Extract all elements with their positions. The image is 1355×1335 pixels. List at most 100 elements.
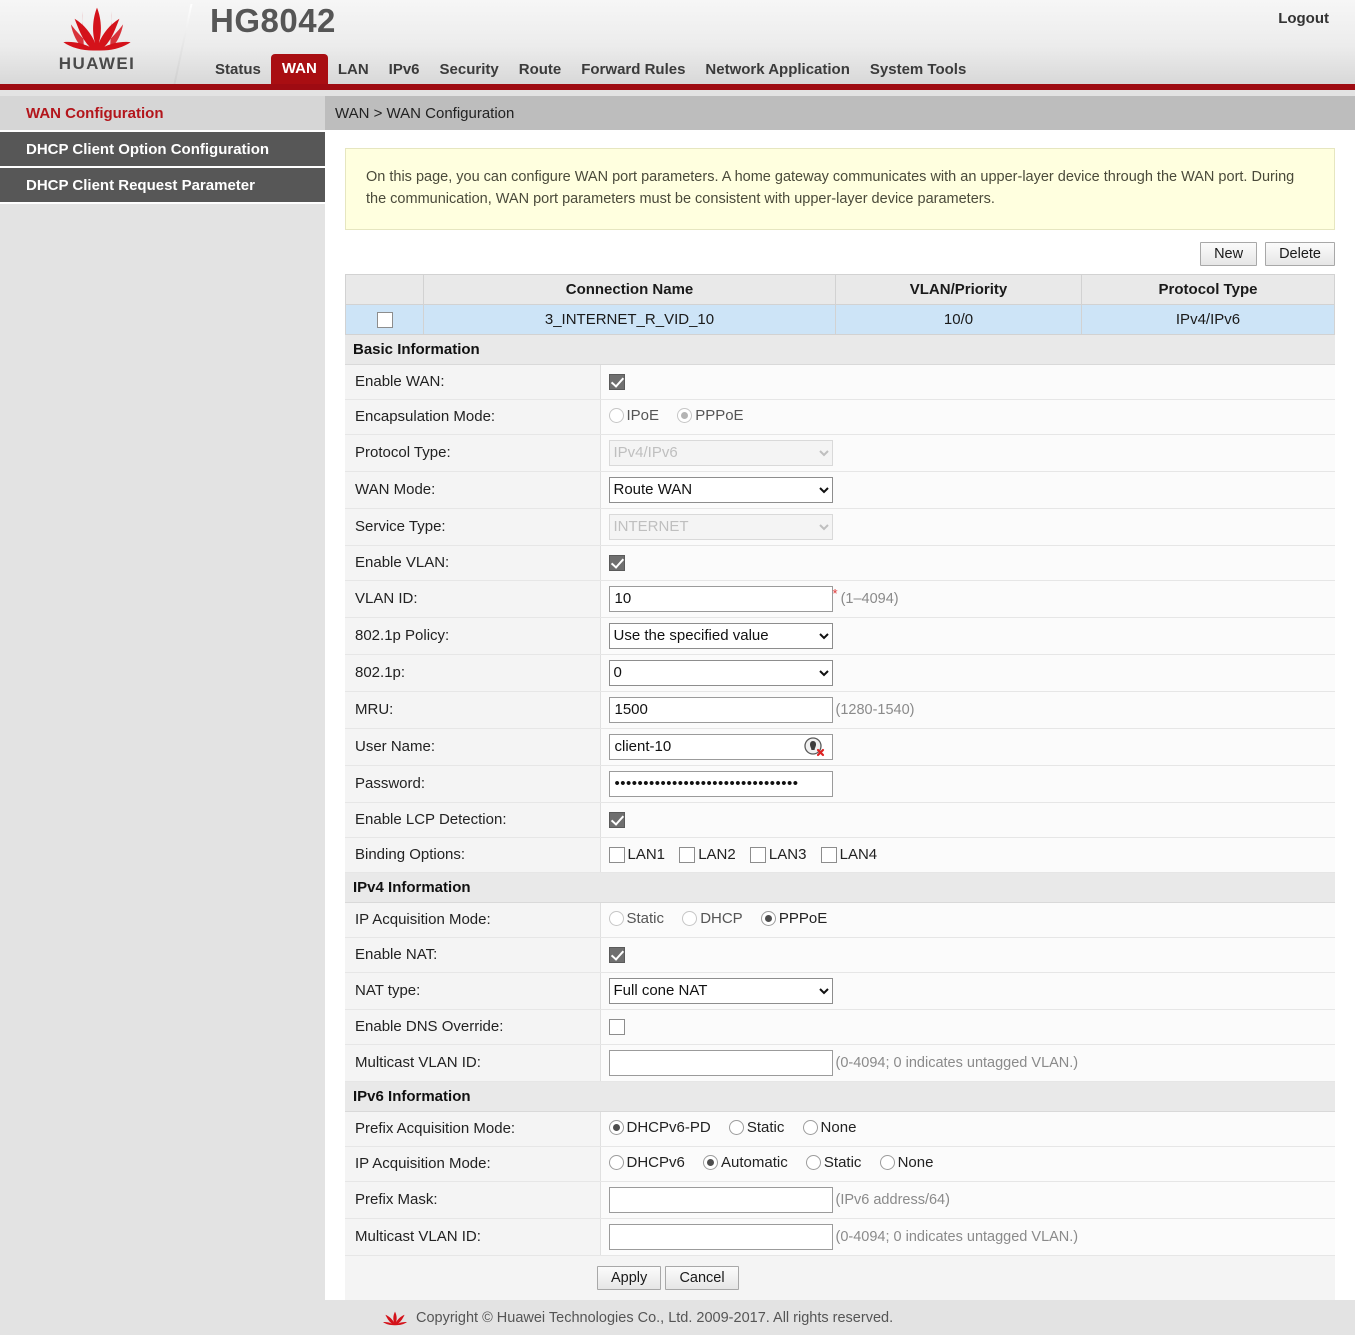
form-actions: Apply Cancel [345,1255,1335,1300]
ipv4-ip-mode-radio-dhcp[interactable] [682,911,697,926]
row-select-checkbox[interactable] [377,312,393,328]
nav-item-system-tools[interactable]: System Tools [860,56,976,84]
vlan-id-hint: (1–4094) [841,591,899,607]
prefix-mode-label-dhcpv6-pd: DHCPv6-PD [627,1119,711,1136]
ipv4-ip-mode-option-pppoe[interactable]: PPPoE [761,910,841,927]
encapsulation-radio-pppoe[interactable] [677,408,692,423]
ipv6-ip-mode-option-dhcpv6[interactable]: DHCPv6 [609,1154,699,1171]
label-dot1p: 802.1p: [345,654,600,691]
label-user-name: User Name: [345,728,600,765]
value-wan-mode: Route WAN [600,471,1335,508]
binding-checkbox-lan1[interactable] [609,847,625,863]
sidebar-item-dhcp-client-request-parameter[interactable]: DHCP Client Request Parameter [0,168,325,204]
binding-checkbox-lan4[interactable] [821,847,837,863]
cancel-button[interactable]: Cancel [665,1266,738,1290]
value-ipv4-multicast-vlan-id: (0-4094; 0 indicates untagged VLAN.) [600,1044,1335,1081]
value-encapsulation-mode: IPoE PPPoE [600,399,1335,434]
value-ipv6-ip-acquisition-mode: DHCPv6 Automatic Static [600,1146,1335,1181]
password-manager-icon[interactable] [803,736,825,758]
label-nat-type: NAT type: [345,972,600,1009]
prefix-mode-radio-dhcpv6-pd[interactable] [609,1120,624,1135]
field-ipv4-multicast-vlan-id: Multicast VLAN ID: (0-4094; 0 indicates … [345,1044,1335,1081]
ipv4-ip-mode-radio-pppoe[interactable] [761,911,776,926]
cell-protocol-type: IPv4/IPv6 [1082,304,1335,334]
wan-configuration-form: Basic Information Enable WAN: Encapsulat… [345,335,1335,1301]
ipv6-ip-mode-option-automatic[interactable]: Automatic [703,1154,802,1171]
wan-mode-select[interactable]: Route WAN [609,477,833,503]
field-enable-vlan: Enable VLAN: [345,545,1335,580]
enable-dns-override-checkbox[interactable] [609,1019,625,1035]
ipv6-ip-mode-radio-dhcpv6[interactable] [609,1155,624,1170]
table-row[interactable]: 3_INTERNET_R_VID_10 10/0 IPv4/IPv6 [346,304,1335,334]
enable-lcp-detection-checkbox[interactable] [609,812,625,828]
vlan-id-input[interactable] [609,586,833,612]
nav-item-forward-rules[interactable]: Forward Rules [571,56,695,84]
label-enable-nat: Enable NAT: [345,937,600,972]
ipv6-ip-mode-radio-static[interactable] [806,1155,821,1170]
ipv4-ip-mode-option-dhcp[interactable]: DHCP [682,910,757,927]
binding-checkbox-lan2[interactable] [679,847,695,863]
ipv4-ip-mode-radio-static[interactable] [609,911,624,926]
prefix-mode-radio-static[interactable] [729,1120,744,1135]
mru-input[interactable] [609,697,833,723]
ipv6-ip-mode-option-static[interactable]: Static [806,1154,876,1171]
enable-vlan-checkbox[interactable] [609,555,625,571]
encapsulation-radio-ipoe[interactable] [609,408,624,423]
prefix-mode-option-dhcpv6-pd[interactable]: DHCPv6-PD [609,1119,725,1136]
section-ipv6-information-label: IPv6 Information [345,1081,1335,1111]
ipv4-ip-mode-option-static[interactable]: Static [609,910,679,927]
binding-checkbox-lan3[interactable] [750,847,766,863]
nav-item-wan[interactable]: WAN [271,54,328,84]
sidebar-item-dhcp-client-option-configuration[interactable]: DHCP Client Option Configuration [0,132,325,168]
ipv6-ip-mode-radio-automatic[interactable] [703,1155,718,1170]
field-service-type: Service Type: INTERNET [345,508,1335,545]
ipv6-multicast-vlan-id-input[interactable] [609,1224,833,1250]
value-protocol-type: IPv4/IPv6 [600,434,1335,471]
nat-type-select[interactable]: Full cone NAT [609,978,833,1004]
nav-item-ipv6[interactable]: IPv6 [379,56,430,84]
prefix-mask-input[interactable] [609,1187,833,1213]
enable-wan-checkbox[interactable] [609,374,625,390]
field-enable-dns-override: Enable DNS Override: [345,1009,1335,1044]
prefix-mode-radio-none[interactable] [803,1120,818,1135]
label-dot1p-policy: 802.1p Policy: [345,617,600,654]
value-enable-dns-override [600,1009,1335,1044]
ipv6-ip-mode-option-none[interactable]: None [880,1154,948,1171]
field-prefix-mask: Prefix Mask: (IPv6 address/64) [345,1181,1335,1218]
new-button[interactable]: New [1200,242,1257,266]
prefix-mode-option-none[interactable]: None [803,1119,871,1136]
prefix-mode-label-none: None [821,1119,857,1136]
dot1p-select[interactable]: 0 [609,660,833,686]
ipv4-multicast-vlan-id-input[interactable] [609,1050,833,1076]
field-enable-wan: Enable WAN: [345,364,1335,399]
logout-link[interactable]: Logout [1278,10,1329,27]
delete-button[interactable]: Delete [1265,242,1335,266]
row-select-cell[interactable] [346,304,424,334]
column-vlan-priority: VLAN/Priority [836,274,1082,304]
password-input[interactable] [609,771,833,797]
label-prefix-acquisition-mode: Prefix Acquisition Mode: [345,1111,600,1146]
nav-item-lan[interactable]: LAN [328,56,379,84]
protocol-type-select: IPv4/IPv6 [609,440,833,466]
prefix-mode-option-static[interactable]: Static [729,1119,799,1136]
sidebar-item-wan-configuration[interactable]: WAN Configuration [0,96,325,132]
enable-nat-checkbox[interactable] [609,947,625,963]
nav-item-route[interactable]: Route [509,56,572,84]
table-header-row: Connection Name VLAN/Priority Protocol T… [346,274,1335,304]
prefix-mask-hint: (IPv6 address/64) [836,1192,950,1208]
field-ipv6-multicast-vlan-id: Multicast VLAN ID: (0-4094; 0 indicates … [345,1218,1335,1255]
binding-label-lan4: LAN4 [840,846,878,863]
sidebar: WAN Configuration DHCP Client Option Con… [0,96,325,204]
label-protocol-type: Protocol Type: [345,434,600,471]
ipv6-ip-mode-radio-none[interactable] [880,1155,895,1170]
dot1p-policy-select[interactable]: Use the specified value [609,623,833,649]
encapsulation-option-pppoe[interactable]: PPPoE [677,407,757,424]
apply-button[interactable]: Apply [597,1266,661,1290]
encapsulation-option-ipoe[interactable]: IPoE [609,407,674,424]
nav-item-status[interactable]: Status [205,56,271,84]
user-name-input[interactable] [609,734,833,760]
field-dot1p-policy: 802.1p Policy: Use the specified value [345,617,1335,654]
value-enable-nat [600,937,1335,972]
nav-item-network-application[interactable]: Network Application [695,56,859,84]
nav-item-security[interactable]: Security [430,56,509,84]
